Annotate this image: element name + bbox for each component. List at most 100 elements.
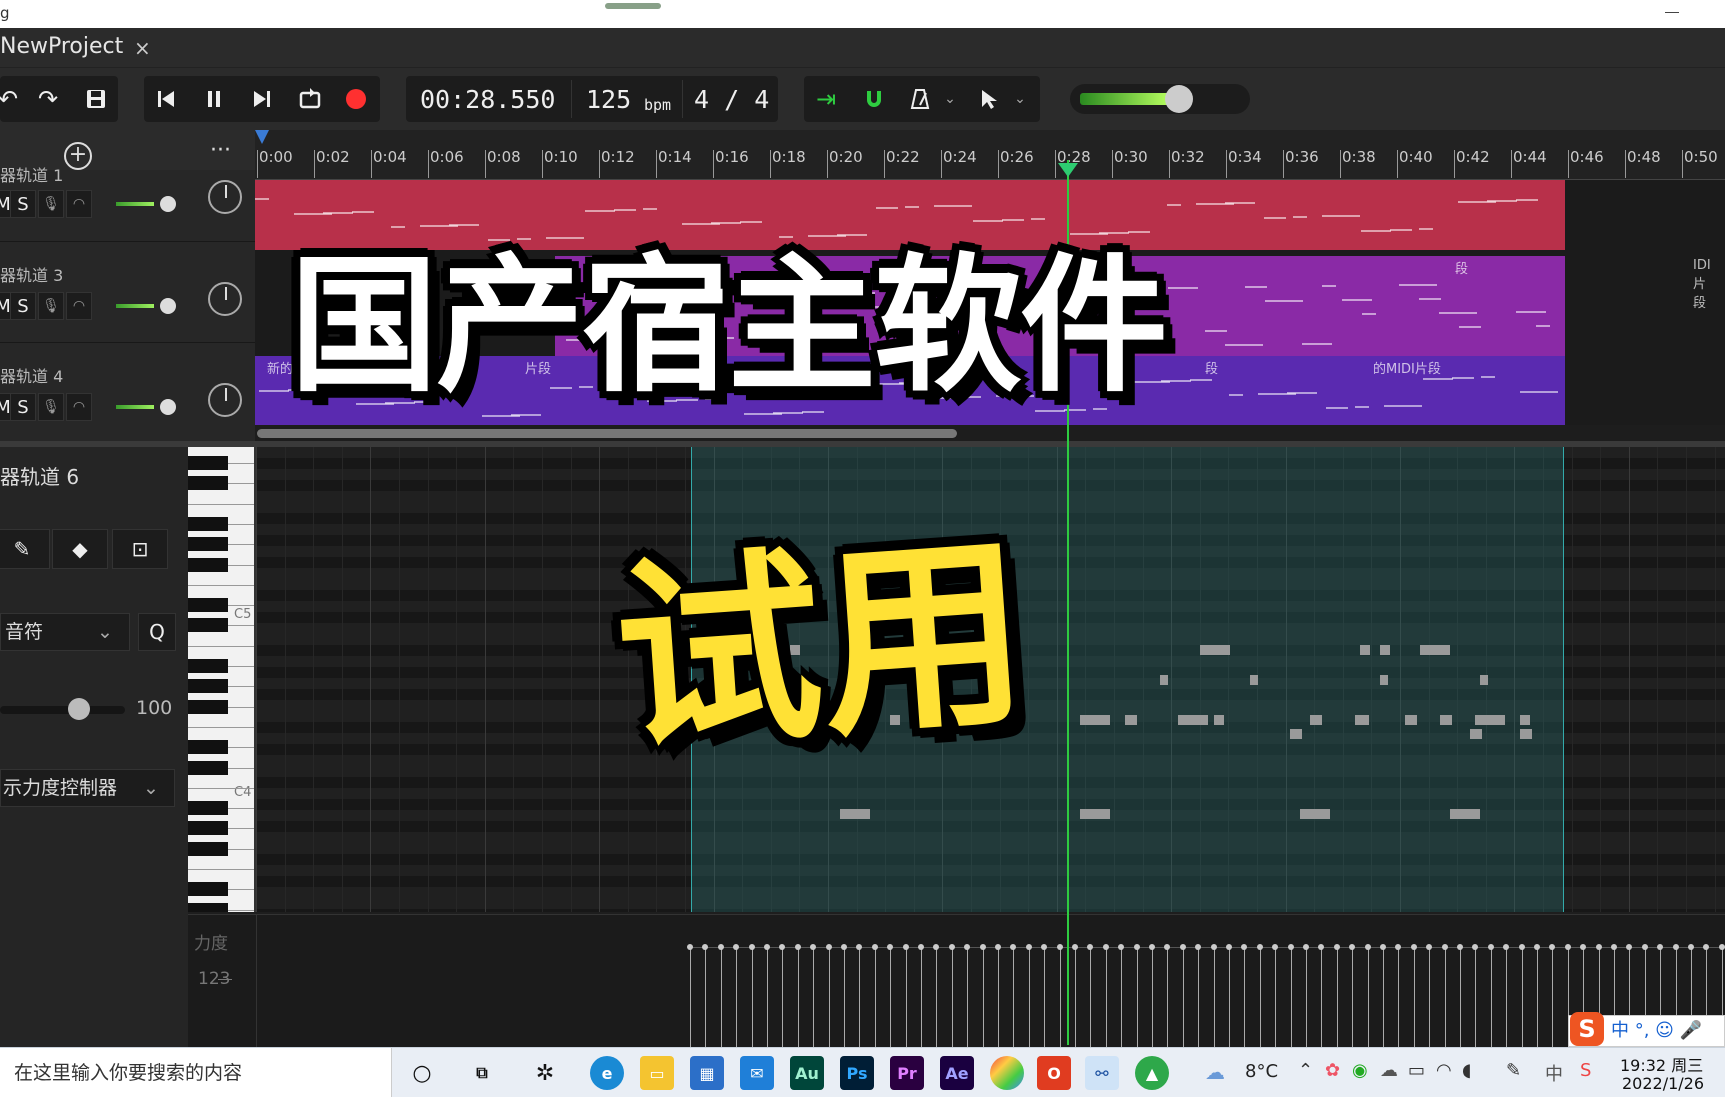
velocity-bar[interactable] [967,947,969,1048]
velocity-bar[interactable] [1460,947,1461,1048]
task-view-icon[interactable]: ⧉ [465,1056,499,1090]
velocity-slider[interactable] [0,706,125,714]
velocity-bar[interactable] [1398,947,1400,1048]
velocity-bar[interactable] [890,947,892,1048]
tray-sync-icon[interactable]: ◉ [1352,1060,1368,1081]
midi-note[interactable] [1440,715,1452,725]
track-volume-bar[interactable] [116,202,154,206]
redo-icon[interactable]: ↷ [26,76,70,122]
mail-icon[interactable]: ✉ [740,1056,774,1090]
velocity-handle[interactable] [1457,944,1463,950]
velocity-handle[interactable] [779,944,786,950]
master-volume-thumb[interactable] [1165,85,1194,113]
black-key[interactable] [188,801,228,816]
midi-note[interactable] [1380,675,1388,685]
black-key[interactable] [188,841,228,856]
skip-forward-icon[interactable] [240,76,284,122]
velocity-handle[interactable] [871,944,878,950]
velocity-bar[interactable] [982,947,984,1048]
window-drag-handle[interactable] [605,3,661,9]
velocity-bar[interactable] [1229,947,1230,1048]
monitor-headphones-icon[interactable]: ◠ [66,190,92,218]
fan-app-icon[interactable]: ✲ [528,1056,562,1090]
velocity-bar[interactable] [1167,947,1169,1048]
velocity-bar[interactable] [1290,947,1292,1048]
sogou-tray-icon[interactable]: S [1580,1060,1591,1081]
velocity-bar[interactable] [1198,947,1200,1048]
velocity-handle[interactable] [856,944,863,950]
velocity-handle[interactable] [1688,944,1694,950]
velocity-handle[interactable] [748,944,755,950]
record-arm-icon[interactable]: 🎙 [38,190,64,218]
velocity-handle[interactable] [1672,944,1679,950]
scrollbar-thumb[interactable] [257,429,957,438]
midi-note[interactable] [1125,715,1137,725]
time-signature[interactable]: 4 / 4 [694,76,769,122]
velocity-handle[interactable] [1226,944,1232,950]
black-key[interactable] [188,598,228,613]
clock-time[interactable]: 19:32 周三 [1620,1052,1703,1076]
velocity-bar[interactable] [1075,947,1076,1048]
velocity-handle[interactable] [1441,944,1448,950]
clock-date[interactable]: 2022/1/26 [1622,1074,1704,1093]
track-volume-bar[interactable] [116,405,154,409]
velocity-handle[interactable] [841,944,847,950]
velocity-handle[interactable] [1487,944,1494,950]
midi-note[interactable] [1405,715,1417,725]
velocity-handle[interactable] [1318,944,1325,950]
velocity-bar[interactable] [1182,947,1184,1048]
velocity-handle[interactable] [717,944,724,950]
black-key[interactable] [188,699,228,714]
velocity-handle[interactable] [918,944,924,950]
more-options-icon[interactable]: ··· [210,138,231,163]
loop-icon[interactable] [288,76,332,122]
tab-project[interactable]: NewProject [0,34,123,59]
midi-note[interactable] [1178,715,1208,725]
velocity-handle[interactable] [1333,944,1340,950]
chevron-down-icon[interactable]: ⌄ [928,76,972,122]
pen-icon[interactable]: ✎ [1506,1060,1521,1081]
controller-select[interactable]: 示力度控制器 ⌄ [0,769,175,807]
velocity-bar[interactable] [767,947,768,1048]
midi-note[interactable] [1300,809,1330,819]
black-key[interactable] [188,679,228,694]
ime-mode-icon[interactable]: 中 [1545,1060,1563,1086]
velocity-bar[interactable] [1059,947,1061,1048]
velocity-bar[interactable] [1336,947,1338,1048]
velocity-handle[interactable] [1195,944,1202,950]
velocity-handle[interactable] [687,944,693,950]
track-volume-thumb[interactable] [160,298,176,314]
note-mode-select[interactable]: 音符 ⌄ [0,613,130,651]
velocity-handle[interactable] [902,944,909,950]
velocity-slider-thumb[interactable] [68,698,90,720]
midi-note[interactable] [1290,729,1302,739]
velocity-bar[interactable] [751,947,753,1048]
velocity-handle[interactable] [1256,944,1263,950]
pan-knob[interactable] [208,180,242,214]
velocity-handle[interactable] [1395,944,1402,950]
velocity-handle[interactable] [1534,944,1540,950]
monitor-headphones-icon[interactable]: ◠ [66,393,92,421]
velocity-handle[interactable] [1287,944,1294,950]
midi-note[interactable] [1360,645,1370,655]
midi-note[interactable] [1214,715,1224,725]
velocity-bar[interactable] [998,947,999,1048]
velocity-handle[interactable] [979,944,986,950]
wifi-icon[interactable]: ◠ [1436,1060,1452,1081]
skip-back-icon[interactable] [144,76,188,122]
app-icon-ae[interactable]: Ae [940,1056,974,1090]
velocity-bar[interactable] [1352,947,1354,1048]
piano-keyboard[interactable]: C5 C4 [188,447,256,912]
velocity-handle[interactable] [1595,944,1602,950]
black-key[interactable] [188,882,228,897]
velocity-bar[interactable] [782,947,784,1048]
velocity-bar[interactable] [1259,947,1261,1048]
velocity-bar[interactable] [1013,947,1015,1048]
velocity-handle[interactable] [1118,944,1125,950]
velocity-handle[interactable] [1657,944,1664,950]
velocity-bar[interactable] [1444,947,1446,1048]
velocity-handle[interactable] [964,944,971,950]
velocity-handle[interactable] [1364,944,1371,950]
velocity-bar[interactable] [951,947,953,1048]
midi-note[interactable] [840,809,870,819]
